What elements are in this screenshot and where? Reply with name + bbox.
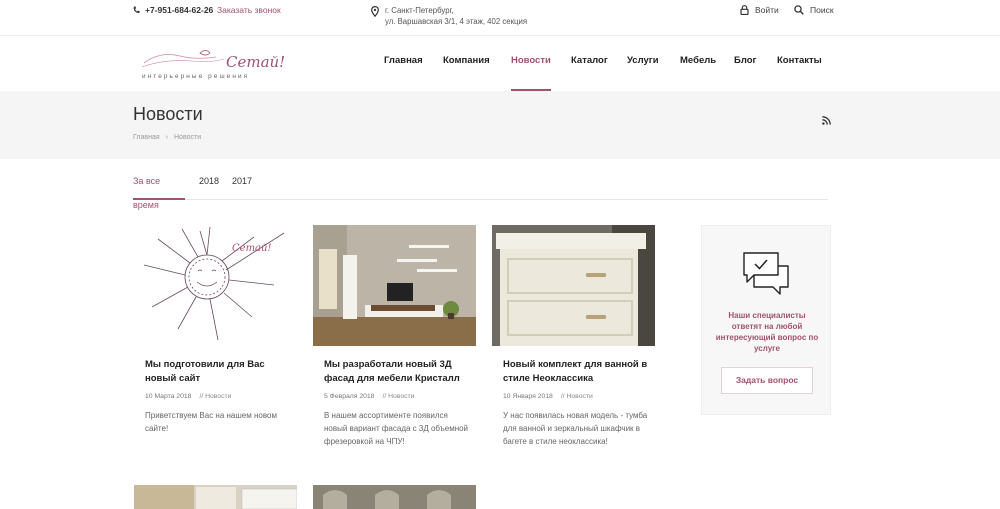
- nav-item-home[interactable]: Главная: [384, 37, 423, 91]
- news-image-living-room[interactable]: [313, 225, 476, 346]
- breadcrumb: Главная › Новости: [133, 134, 201, 141]
- news-meta: 10 Января 2018 // Новости: [503, 393, 655, 400]
- login-label: Войти: [755, 5, 779, 15]
- top-bar: +7-951-684-62-26 Заказать звонок г. Санк…: [0, 0, 1000, 36]
- news-excerpt: У нас появилась новая модель - тумба для…: [503, 411, 648, 446]
- phone-number: +7-951-684-62-26: [145, 5, 214, 15]
- address-line-2: ул. Варшавская 3/1, 4 этаж, 402 секция: [385, 17, 528, 26]
- news-meta: 5 Февраля 2018 // Новости: [324, 393, 476, 400]
- news-excerpt: Приветствуем Вас на нашем новом сайте!: [145, 411, 277, 433]
- news-date: 10 Января 2018: [503, 393, 553, 400]
- year-filter-tabs: За все время 2018 2017: [133, 169, 828, 210]
- chat-bubbles-icon: [742, 251, 792, 302]
- phone-link[interactable]: +7-951-684-62-26: [133, 5, 213, 15]
- map-pin-icon: [371, 6, 379, 17]
- phone-icon: [133, 6, 140, 13]
- svg-text:Сетай!: Сетай!: [232, 243, 271, 254]
- news-title[interactable]: Мы подготовили для Вас новый сайт: [145, 358, 293, 385]
- page-title: Новости: [133, 104, 203, 124]
- news-card: Новый комплект для ванной в стиле Неокла…: [492, 225, 655, 448]
- search-icon: [794, 5, 804, 15]
- news-image-kitchen-partial[interactable]: [134, 485, 297, 509]
- news-title[interactable]: Мы разработали новый 3Д фасад для мебели…: [324, 358, 472, 385]
- nav-item-furniture[interactable]: Мебель: [680, 37, 716, 91]
- address: г. Санкт-Петербург, ул. Варшавская 3/1, …: [371, 5, 527, 27]
- news-category[interactable]: // Новости: [561, 393, 593, 400]
- tab-2018[interactable]: 2018: [199, 169, 219, 200]
- login-link[interactable]: Войти: [740, 5, 779, 15]
- aside-text: Наши специалисты ответят на любой интере…: [715, 311, 819, 353]
- callback-link[interactable]: Заказать звонок: [217, 5, 281, 15]
- ask-question-widget: Наши специалисты ответят на любой интере…: [701, 225, 831, 415]
- main-nav: Главная Компания Новости Каталог Услуги …: [0, 37, 1000, 91]
- news-image-sun-logo[interactable]: Сетай!: [134, 225, 297, 346]
- search-label: Поиск: [810, 5, 834, 15]
- nav-item-catalog[interactable]: Каталог: [571, 37, 608, 91]
- breadcrumb-separator: ›: [165, 134, 168, 141]
- news-image-bathroom-cabinet[interactable]: [492, 225, 655, 346]
- address-line-1: г. Санкт-Петербург,: [385, 6, 454, 15]
- ask-question-button[interactable]: Задать вопрос: [721, 367, 813, 394]
- news-meta: 10 Марта 2018 // Новости: [145, 393, 297, 400]
- news-date: 10 Марта 2018: [145, 393, 192, 400]
- breadcrumb-home[interactable]: Главная: [133, 134, 160, 141]
- nav-item-blog[interactable]: Блог: [734, 37, 757, 91]
- news-card: Мы разработали новый 3Д фасад для мебели…: [313, 225, 476, 448]
- news-category[interactable]: // Новости: [382, 393, 414, 400]
- news-image-mirror-doors-partial[interactable]: [313, 485, 476, 509]
- news-date: 5 Февраля 2018: [324, 393, 375, 400]
- news-title[interactable]: Новый комплект для ванной в стиле Неокла…: [503, 358, 651, 385]
- news-card: Сетай! Мы подготовили для Вас новый сайт…: [134, 225, 297, 435]
- search-link[interactable]: Поиск: [794, 5, 834, 15]
- tab-2017[interactable]: 2017: [232, 169, 252, 200]
- nav-item-news[interactable]: Новости: [511, 37, 551, 91]
- breadcrumb-current: Новости: [174, 134, 202, 141]
- rss-icon[interactable]: [822, 112, 831, 130]
- lock-icon: [740, 5, 749, 15]
- tab-all-time[interactable]: За все время: [133, 169, 185, 210]
- news-excerpt: В нашем ассортименте появился новый вари…: [324, 411, 469, 446]
- page-header-band: [0, 91, 1000, 159]
- nav-item-contacts[interactable]: Контакты: [777, 37, 822, 91]
- news-category[interactable]: // Новости: [199, 393, 231, 400]
- nav-item-company[interactable]: Компания: [443, 37, 490, 91]
- nav-item-services[interactable]: Услуги: [627, 37, 659, 91]
